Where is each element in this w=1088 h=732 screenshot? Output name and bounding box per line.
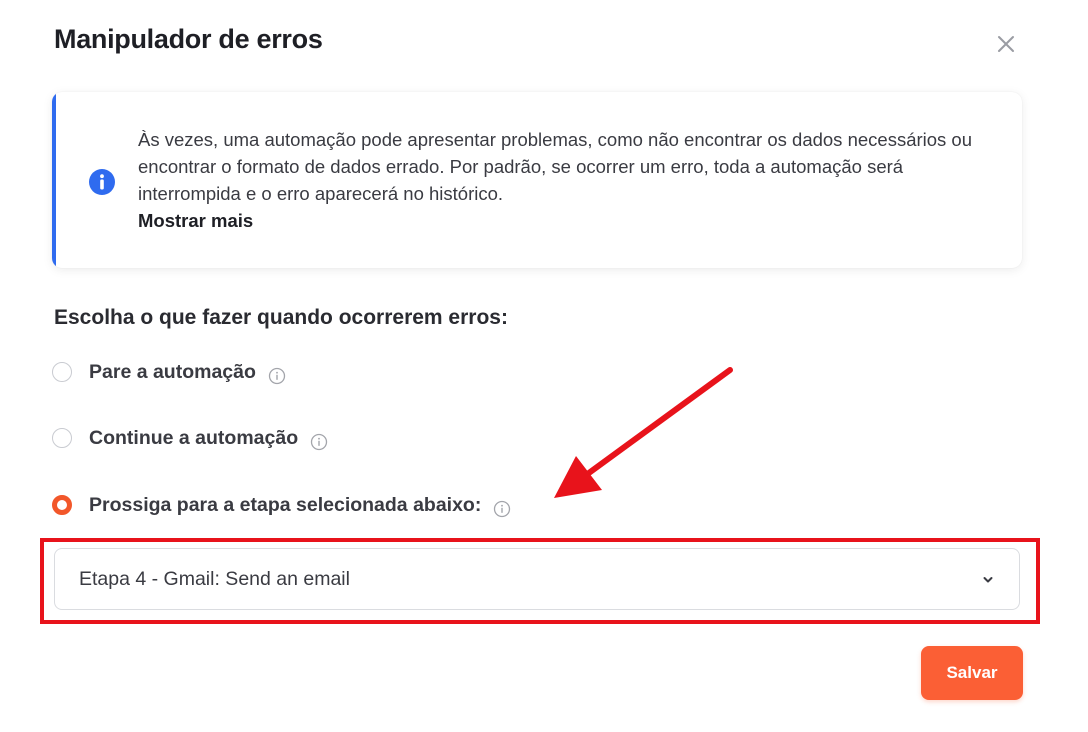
- radio-continue-automation[interactable]: [52, 428, 72, 448]
- help-icon[interactable]: [268, 367, 286, 385]
- error-handler-dialog: Manipulador de erros Às vezes, uma autom…: [0, 0, 1088, 732]
- info-icon: [89, 169, 115, 195]
- show-more-link[interactable]: Mostrar mais: [138, 207, 998, 234]
- save-button[interactable]: Salvar: [921, 646, 1023, 700]
- option-label: Pare a automação: [89, 360, 256, 383]
- step-select-value: Etapa 4 - Gmail: Send an email: [79, 567, 350, 590]
- option-stop-automation[interactable]: Pare a automação: [52, 357, 286, 387]
- close-icon: [998, 36, 1014, 52]
- radio-stop-automation[interactable]: [52, 362, 72, 382]
- info-callout: Às vezes, uma automação pode apresentar …: [52, 92, 1022, 268]
- chevron-down-icon: [983, 577, 993, 583]
- step-select-dropdown[interactable]: Etapa 4 - Gmail: Send an email: [54, 548, 1020, 610]
- info-text-block: Às vezes, uma automação pode apresentar …: [138, 126, 998, 234]
- dialog-title: Manipulador de erros: [54, 24, 323, 54]
- option-label: Continue a automação: [89, 426, 299, 449]
- option-continue-automation[interactable]: Continue a automação: [52, 423, 328, 453]
- options-heading: Escolha o que fazer quando ocorrerem err…: [54, 306, 508, 329]
- close-button[interactable]: [990, 28, 1022, 60]
- annotation-arrow: [554, 367, 733, 498]
- help-icon[interactable]: [493, 500, 511, 518]
- info-accent-bar: [52, 92, 56, 268]
- info-description: Às vezes, uma automação pode apresentar …: [138, 129, 973, 204]
- option-go-to-step[interactable]: Prossiga para a etapa selecionada abaixo…: [52, 490, 511, 520]
- radio-go-to-step[interactable]: [52, 495, 72, 515]
- help-icon[interactable]: [310, 433, 328, 451]
- option-label: Prossiga para a etapa selecionada abaixo…: [89, 493, 482, 516]
